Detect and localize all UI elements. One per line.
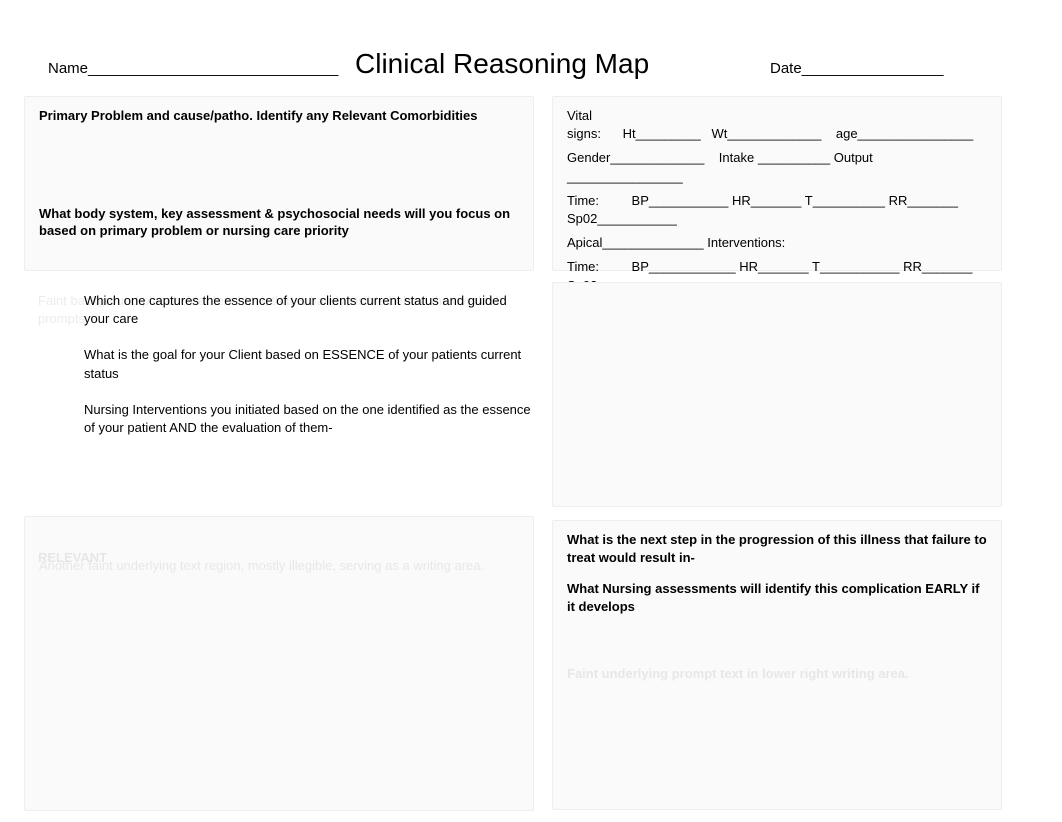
primary-problem-label: Primary Problem and cause/patho. Identif… bbox=[39, 107, 519, 125]
body-system-label: What body system, key assessment & psych… bbox=[39, 205, 519, 240]
box-essence-prompts: Which one captures the essence of your c… bbox=[24, 292, 534, 437]
essence-q3: Nursing Interventions you initiated base… bbox=[84, 401, 534, 437]
vitals-row: Apical______________ Interventions: bbox=[567, 234, 987, 252]
progression-q2: What Nursing assessments will identify t… bbox=[567, 580, 987, 615]
date-field: Date_________________ bbox=[770, 60, 944, 77]
name-field: Name______________________________ bbox=[48, 60, 338, 77]
vitals-row: Time: BP___________ HR_______ T_________… bbox=[567, 192, 987, 228]
vitals-row: Vital signs: Ht_________ Wt_____________… bbox=[567, 107, 987, 143]
essence-q2: What is the goal for your Client based o… bbox=[84, 346, 534, 382]
faint-text: RELEVANT bbox=[38, 548, 528, 568]
progression-q1: What is the next step in the progression… bbox=[567, 531, 987, 566]
faint-text: Faint underlying prompt text in lower ri… bbox=[567, 665, 987, 683]
box-vitals: Vital signs: Ht_________ Wt_____________… bbox=[552, 96, 1002, 271]
box-empty-right-mid bbox=[552, 282, 1002, 507]
box-primary-problem: Primary Problem and cause/patho. Identif… bbox=[24, 96, 534, 271]
page-title: Clinical Reasoning Map bbox=[355, 48, 649, 80]
essence-q1: Which one captures the essence of your c… bbox=[84, 292, 534, 328]
vitals-row: Gender_____________ Intake __________ Ou… bbox=[567, 149, 987, 185]
faint-overlay-lower-left: RELEVANT bbox=[38, 548, 528, 568]
box-progression: What is the next step in the progression… bbox=[552, 520, 1002, 810]
